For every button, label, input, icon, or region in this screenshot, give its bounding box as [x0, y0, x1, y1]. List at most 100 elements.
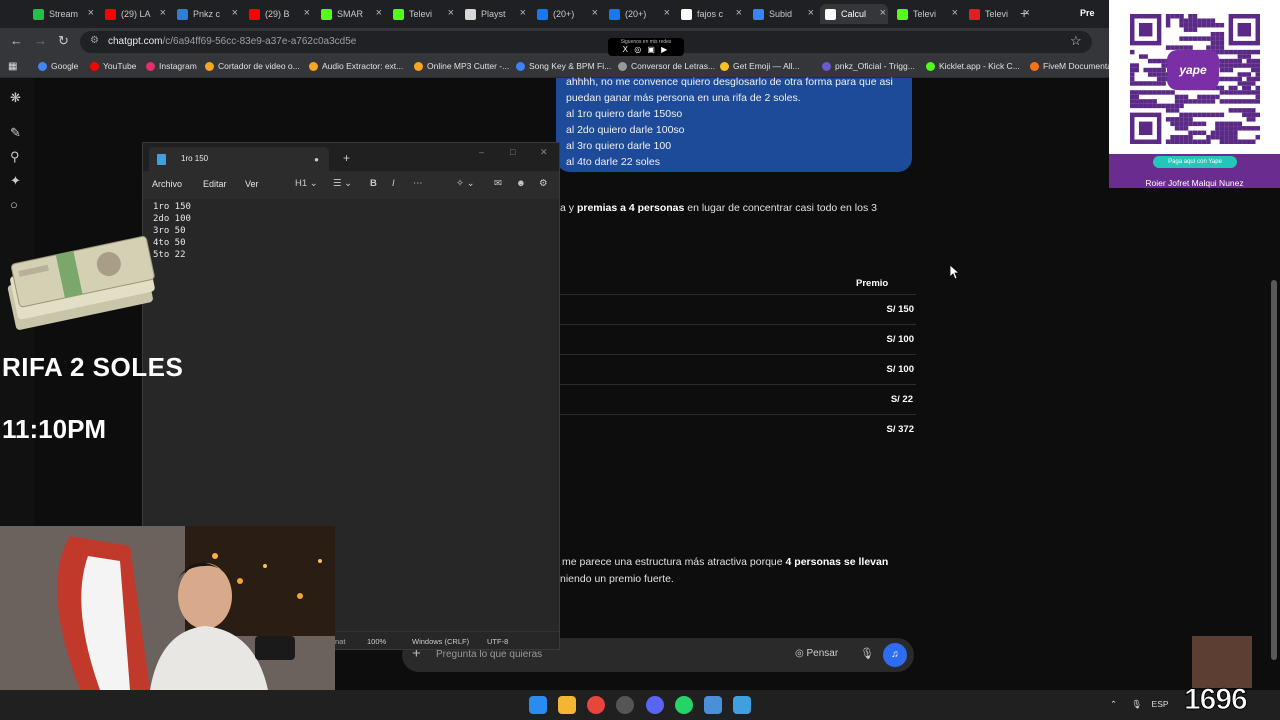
heading-dropdown[interactable]: H1 ⌄	[295, 178, 318, 189]
apps-grid-icon[interactable]: ▦	[8, 61, 17, 72]
tray-chevron-icon[interactable]: ⌃	[1110, 699, 1117, 709]
bookmark-item[interactable]: YouTube	[90, 61, 136, 71]
bookmark-item[interactable]: Song Key & BPM Fi...	[516, 61, 611, 71]
browser-tab[interactable]: SMAR ×	[316, 4, 384, 24]
close-icon[interactable]: ✕	[540, 147, 548, 158]
tab-close-icon[interactable]: ×	[88, 7, 94, 19]
profile-icon[interactable]: ☻	[516, 178, 526, 189]
start-icon[interactable]	[529, 696, 547, 714]
bookmark-item[interactable]: pnkz_Oficial - Trigg...	[822, 61, 915, 71]
browser-tab[interactable]: (20+) ×	[604, 4, 672, 24]
qr-module	[1192, 18, 1198, 23]
qr-module	[1174, 94, 1180, 100]
openai-logo-icon[interactable]: ❋	[10, 90, 21, 106]
browser-tab[interactable]: Pnkz c ×	[172, 4, 240, 24]
browser-tab[interactable]: Calcul ×	[820, 4, 888, 24]
qr-module	[1174, 103, 1180, 109]
url-input[interactable]: ⚙ chatgpt.com/c/6a94ff69-56cc-83e9-a37e-…	[80, 31, 1092, 53]
tab-close-icon[interactable]: ×	[880, 7, 886, 19]
browser-tab[interactable]: (20+) ×	[532, 4, 600, 24]
notepad-new-tab-button[interactable]: +	[343, 151, 350, 165]
browser-tab[interactable]: (29) B ×	[244, 4, 312, 24]
forward-icon[interactable]: →	[34, 33, 47, 48]
notepad-tab[interactable]: 1ro 150 ●	[149, 147, 329, 171]
tab-close-icon[interactable]: ×	[304, 7, 310, 19]
status-encoding[interactable]: UTF-8	[487, 637, 508, 646]
browser-tab[interactable]: Stream ×	[28, 4, 96, 24]
bookmark-favicon-icon	[146, 61, 155, 71]
tray-mic-icon[interactable]: 🎙	[1131, 699, 1142, 709]
back-icon[interactable]: ←	[10, 33, 23, 48]
search-icon[interactable]: ⚲	[10, 149, 20, 165]
browser-tab[interactable]: Playst ×	[460, 4, 528, 24]
voice-mode-button[interactable]: ♫	[883, 643, 907, 667]
list-dropdown-icon[interactable]: ☰ ⌄	[333, 178, 352, 189]
qr-module	[1156, 81, 1162, 86]
maximize-icon[interactable]: □	[510, 147, 515, 157]
bookmark-item[interactable]: Kicklet.app - Kick C...	[926, 61, 1020, 71]
site-info-icon[interactable]: ⚙	[90, 35, 99, 46]
scrollbar[interactable]	[1271, 280, 1277, 660]
bookmark-item[interactable]: Google	[38, 61, 78, 71]
browser-tab[interactable]: Subid ×	[748, 4, 816, 24]
tab-close-icon[interactable]: ×	[376, 7, 382, 19]
notepad-icon[interactable]	[733, 696, 751, 714]
status-line-endings[interactable]: Windows (CRLF)	[412, 637, 469, 646]
menu-editar[interactable]: Editar	[203, 179, 227, 189]
settings-gear-icon[interactable]: ⚙	[539, 178, 548, 189]
browser-tab[interactable]: fajos c ×	[676, 4, 744, 24]
bookmark-item[interactable]: FiveM Documentat...	[1030, 61, 1121, 71]
reload-icon[interactable]: ↻	[58, 33, 69, 49]
bookmark-item[interactable]: Conversor de Letras...	[618, 61, 715, 71]
qr-module	[1174, 139, 1180, 144]
bookmark-item[interactable]: Instagram	[146, 61, 197, 71]
tab-close-icon[interactable]: ×	[736, 7, 742, 19]
new-tab-button[interactable]: +	[1020, 5, 1028, 21]
bookmark-favicon-icon	[38, 61, 47, 71]
copilot-icon[interactable]: ✧ ⌄	[456, 178, 475, 189]
tab-close-icon[interactable]: ×	[952, 7, 958, 19]
bold-icon[interactable]: B	[370, 178, 377, 189]
unsaved-dot-icon[interactable]: ●	[314, 155, 319, 164]
share-icon[interactable]: ✉	[494, 178, 502, 189]
calculator-icon[interactable]	[704, 696, 722, 714]
bookmark-item[interactable]: Online MP3 Cutter -...	[414, 61, 509, 71]
tab-close-icon[interactable]: ×	[520, 7, 526, 19]
file-explorer-icon[interactable]	[558, 696, 576, 714]
tab-close-icon[interactable]: ×	[448, 7, 454, 19]
microphone-icon[interactable]: 🎙	[860, 647, 874, 660]
tab-close-icon[interactable]: ×	[808, 7, 814, 19]
qr-module	[1179, 36, 1184, 41]
bookmark-item[interactable]: Audio Extractor: ext...	[309, 61, 403, 71]
circle-icon[interactable]: ○	[10, 197, 18, 212]
menu-archivo[interactable]: Archivo	[152, 179, 182, 189]
pin-icon[interactable]: ✦	[10, 173, 21, 189]
composer-placeholder[interactable]: Pregunta lo que quieras	[436, 649, 542, 660]
app-icon[interactable]	[616, 696, 634, 714]
browser-tab[interactable]: Televi ×	[892, 4, 960, 24]
tab-close-icon[interactable]: ×	[664, 7, 670, 19]
browser-tab[interactable]: (29) LA ×	[100, 4, 168, 24]
tab-close-icon[interactable]: ×	[592, 7, 598, 19]
minimize-icon[interactable]: –	[479, 147, 484, 157]
status-zoom[interactable]: 100%	[367, 637, 386, 646]
more-icon[interactable]: ⋯	[413, 178, 423, 189]
qr-module	[1188, 121, 1193, 127]
tab-close-icon[interactable]: ×	[232, 7, 238, 19]
whatsapp-icon[interactable]	[675, 696, 693, 714]
bookmark-star-icon[interactable]: ☆	[1070, 33, 1082, 49]
language-indicator[interactable]: ESP	[1152, 699, 1169, 709]
new-chat-icon[interactable]: ✎	[10, 125, 21, 141]
bookmark-item[interactable]: Get Emoji — All...	[720, 61, 800, 71]
tab-close-icon[interactable]: ×	[160, 7, 166, 19]
chrome-icon[interactable]	[587, 696, 605, 714]
menu-ver[interactable]: Ver	[245, 179, 259, 189]
italic-icon[interactable]: I	[392, 178, 395, 189]
qr-module	[1219, 49, 1225, 55]
think-button[interactable]: ◎ Pensar	[795, 648, 838, 659]
discord-icon[interactable]	[646, 696, 664, 714]
bookmark-item[interactable]: Cortador de video o...	[205, 61, 300, 71]
browser-tab[interactable]: Televi ×	[388, 4, 456, 24]
yape-pay-button[interactable]: Paga aquí con Yape	[1153, 156, 1237, 168]
extra-tab-label[interactable]: Pre	[1080, 8, 1095, 18]
